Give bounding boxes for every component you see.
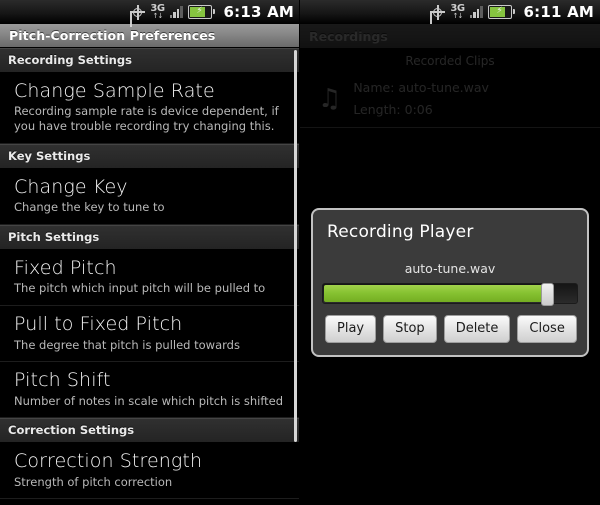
delete-button[interactable]: Delete: [443, 315, 511, 343]
section-header-key-settings: Key Settings: [0, 143, 300, 169]
preferences-title-bar: Pitch-Correction Preferences: [0, 24, 300, 48]
seekbar-thumb[interactable]: [540, 283, 554, 306]
dual-screenshot-container: 3G ↑↓ ⚡ 6:13 AM Pitch-Correction Prefere…: [0, 0, 600, 505]
status-clock: 6:13 AM: [223, 3, 294, 21]
gps-icon: [130, 4, 146, 20]
network-3g-icon: 3G ↑↓: [450, 4, 465, 20]
clip-details: Name: auto-tune.wav Length: 0:06: [353, 80, 489, 117]
battery-charging-icon: ⚡: [187, 5, 215, 19]
left-status-bar: 3G ↑↓ ⚡ 6:13 AM: [0, 0, 300, 24]
recorded-clips-header: Recorded Clips: [405, 54, 495, 68]
recording-player-dialog: Recording Player auto-tune.wav Play Stop…: [311, 208, 589, 357]
page-title: Pitch-Correction Preferences: [9, 28, 216, 43]
recordings-screen: Recordings Recorded Clips ♫ Name: auto-t…: [300, 24, 600, 505]
status-icons: 3G ↑↓ ⚡ 6:13 AM: [130, 3, 294, 21]
pref-item-fixed-pitch[interactable]: Fixed Pitch The pitch which input pitch …: [0, 249, 300, 307]
right-phone-screen: 3G ↑↓ ⚡ 6:11 AM Recordings Recorded Clip…: [300, 0, 600, 505]
status-icons: 3G ↑↓ ⚡ 6:11 AM: [430, 3, 594, 21]
close-button[interactable]: Close: [517, 315, 577, 343]
dialog-filename: auto-tune.wav: [404, 261, 496, 276]
seekbar-fill: [324, 285, 548, 302]
clip-name: Name: auto-tune.wav: [353, 80, 489, 95]
signal-bars-icon: [169, 6, 183, 18]
page-title: Recordings: [309, 28, 388, 44]
pref-title: Pull to Fixed Pitch: [14, 313, 183, 336]
battery-charging-icon: ⚡: [487, 5, 515, 19]
pref-item-pitch-shift[interactable]: Pitch Shift Number of notes in scale whi…: [0, 362, 300, 419]
pref-subtitle: Strength of pitch correction: [14, 474, 173, 489]
pref-item-pull-to-fixed-pitch[interactable]: Pull to Fixed Pitch The degree that pitc…: [0, 306, 300, 363]
battery-bolt-icon: ⚡: [496, 6, 503, 16]
pref-title: Pitch Shift: [14, 369, 111, 392]
pref-item-correction-strength[interactable]: Correction Strength Strength of pitch co…: [0, 443, 300, 500]
dialog-button-row: Play Stop Delete Close: [313, 304, 587, 343]
network-3g-icon: 3G ↑↓: [150, 4, 165, 20]
status-clock: 6:11 AM: [523, 3, 594, 21]
left-phone-screen: 3G ↑↓ ⚡ 6:13 AM Pitch-Correction Prefere…: [0, 0, 300, 505]
list-item[interactable]: ♫ Name: auto-tune.wav Length: 0:06: [300, 76, 600, 128]
recordings-title-bar: Recordings: [300, 24, 600, 48]
dialog-title: Recording Player: [327, 222, 474, 242]
signal-bars-icon: [469, 6, 483, 18]
pref-subtitle: Change the key to tune to: [14, 200, 165, 215]
gps-icon: [430, 4, 446, 20]
network-arrows-icon: ↑↓: [452, 12, 464, 20]
preferences-list[interactable]: Recording Settings Change Sample Rate Re…: [0, 48, 300, 505]
music-note-icon: ♫: [318, 83, 342, 114]
play-button[interactable]: Play: [325, 315, 377, 343]
pref-item-change-key[interactable]: Change Key Change the key to tune to: [0, 168, 300, 225]
pref-title: Change Key: [14, 175, 128, 198]
pref-title: Change Sample Rate: [14, 80, 215, 102]
section-header-recording-settings: Recording Settings: [0, 48, 300, 73]
pref-subtitle: Number of notes in scale which pitch is …: [14, 393, 284, 408]
pref-title: Correction Strength: [14, 450, 203, 473]
pref-subtitle: Recording sample rate is device dependen…: [14, 104, 279, 134]
network-arrows-icon: ↑↓: [152, 12, 164, 20]
playback-seekbar[interactable]: [322, 283, 578, 306]
battery-bolt-icon: ⚡: [196, 6, 203, 16]
pref-subtitle: The pitch which input pitch will be pull…: [14, 281, 266, 296]
stop-button[interactable]: Stop: [383, 315, 437, 343]
vertical-scrollbar[interactable]: [294, 50, 297, 442]
pref-subtitle: The degree that pitch is pulled towards: [14, 337, 240, 352]
clip-length: Length: 0:06: [353, 102, 433, 117]
pref-item-change-sample-rate[interactable]: Change Sample Rate Recording sample rate…: [0, 73, 300, 144]
right-status-bar: 3G ↑↓ ⚡ 6:11 AM: [300, 0, 600, 24]
section-header-correction-settings: Correction Settings: [0, 418, 300, 444]
pref-title: Fixed Pitch: [14, 256, 117, 279]
section-header-pitch-settings: Pitch Settings: [0, 224, 300, 250]
dimmed-background-content: Recordings Recorded Clips ♫ Name: auto-t…: [300, 24, 600, 128]
panel-divider: [299, 0, 300, 505]
